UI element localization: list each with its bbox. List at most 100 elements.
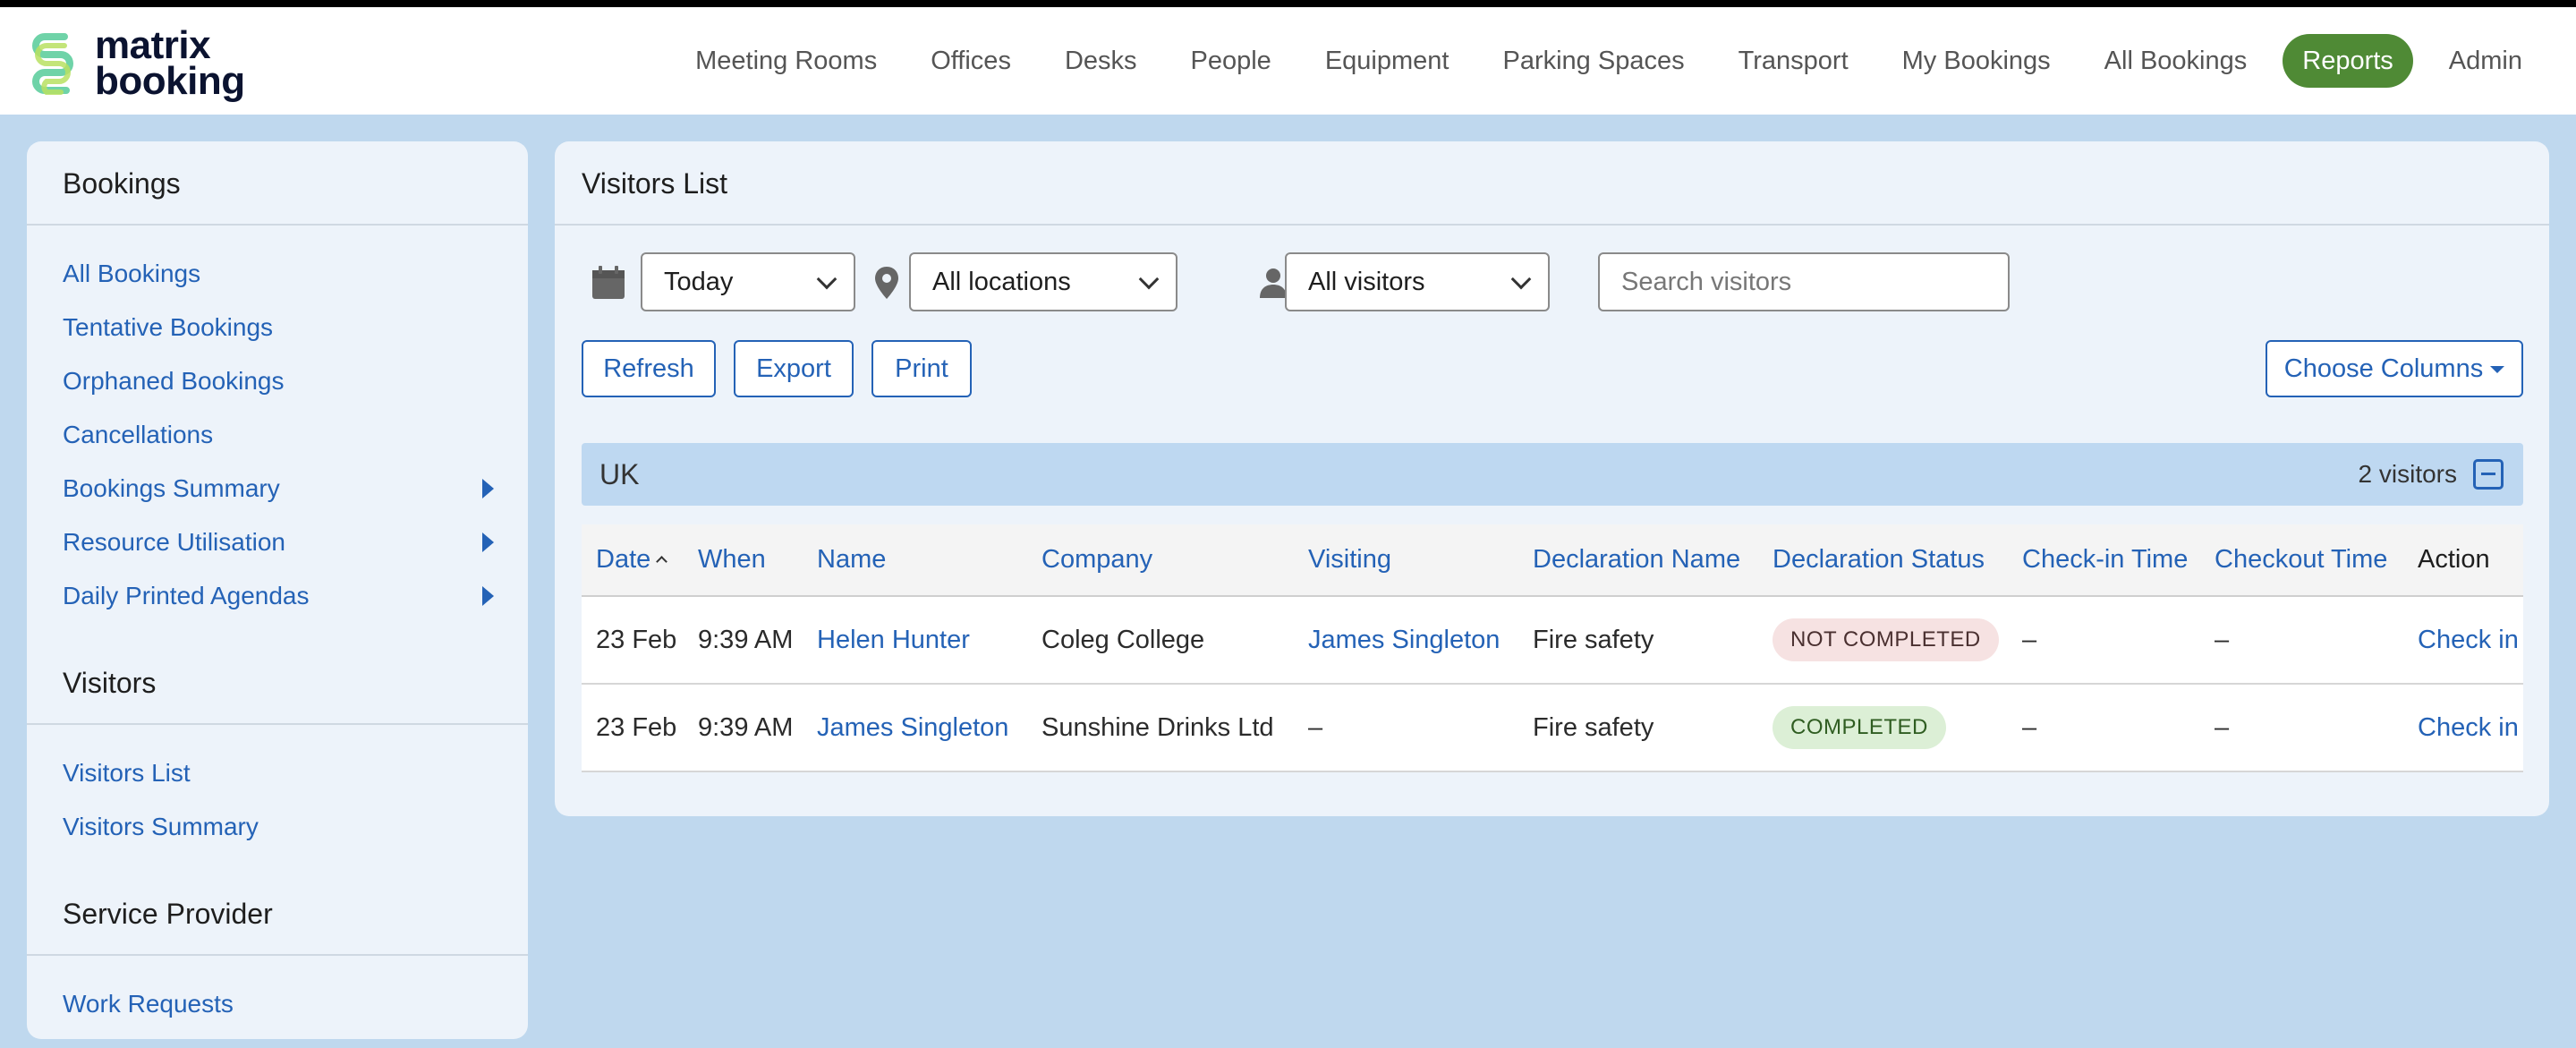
visitors-list-panel: Visitors List Today All locations All vi… — [555, 141, 2549, 816]
nav-all-bookings[interactable]: All Bookings — [2078, 34, 2274, 88]
nav-parking-spaces[interactable]: Parking Spaces — [1475, 34, 1711, 88]
sidebar-item-label: Orphaned Bookings — [63, 367, 285, 395]
sidebar-item-visitors-list[interactable]: Visitors List — [27, 746, 528, 800]
cell-checkin-time: – — [2022, 712, 2037, 742]
column-header-checkin-time[interactable]: Check-in Time — [2008, 524, 2200, 596]
nav-offices[interactable]: Offices — [904, 34, 1038, 88]
sidebar-list-bookings: All Bookings Tentative Bookings Orphaned… — [27, 226, 528, 641]
brand-line1: matrix — [95, 23, 211, 67]
host-name-link[interactable]: James Singleton — [1294, 596, 1518, 684]
visitor-name-link[interactable]: James Singleton — [803, 684, 1027, 771]
cell-date: 23 Feb — [596, 625, 677, 654]
nav-reports[interactable]: Reports — [2283, 34, 2413, 88]
location-group-header: UK 2 visitors — [582, 443, 2523, 506]
filter-bar: Today All locations All visitors — [582, 252, 2532, 311]
reports-sidebar: Bookings All Bookings Tentative Bookings… — [27, 141, 528, 1039]
choose-columns-label: Choose Columns — [2283, 354, 2484, 383]
print-button[interactable]: Print — [871, 340, 972, 397]
check-in-link[interactable]: Check in — [2403, 684, 2523, 771]
visitor-name-link[interactable]: Helen Hunter — [803, 596, 1027, 684]
app-header: matrix booking Meeting Rooms Offices Des… — [0, 7, 2576, 115]
column-header-visiting[interactable]: Visiting — [1294, 524, 1518, 596]
column-header-company[interactable]: Company — [1027, 524, 1294, 596]
nav-meeting-rooms[interactable]: Meeting Rooms — [668, 34, 904, 88]
sidebar-item-all-bookings[interactable]: All Bookings — [27, 247, 528, 301]
sidebar-item-label: Daily Printed Agendas — [63, 582, 310, 609]
nav-desks[interactable]: Desks — [1038, 34, 1164, 88]
sidebar-item-tentative-bookings[interactable]: Tentative Bookings — [27, 301, 528, 354]
location-select[interactable]: All locations — [909, 252, 1177, 311]
refresh-button[interactable]: Refresh — [582, 340, 716, 397]
column-header-checkout-time[interactable]: Checkout Time — [2200, 524, 2403, 596]
sidebar-list-visitors: Visitors List Visitors Summary — [27, 725, 528, 872]
nav-admin[interactable]: Admin — [2422, 34, 2549, 88]
sidebar-item-daily-printed-agendas[interactable]: Daily Printed Agendas — [27, 569, 528, 623]
chevron-down-icon — [816, 268, 837, 290]
nav-people[interactable]: People — [1164, 34, 1298, 88]
cell-visiting: – — [1308, 712, 1323, 742]
date-select[interactable]: Today — [641, 252, 855, 311]
table-row: 23 Feb 9:39 AM James Singleton Sunshine … — [582, 684, 2523, 771]
sidebar-item-label: Resource Utilisation — [63, 528, 285, 556]
column-header-date-label: Date — [596, 545, 651, 574]
column-header-when[interactable]: When — [684, 524, 803, 596]
sidebar-item-label: All Bookings — [63, 260, 201, 287]
nav-equipment[interactable]: Equipment — [1298, 34, 1476, 88]
chevron-down-icon — [1510, 268, 1532, 290]
nav-my-bookings[interactable]: My Bookings — [1875, 34, 2078, 88]
chevron-right-icon — [482, 586, 494, 606]
search-visitors-input[interactable] — [1598, 252, 2010, 311]
status-badge: COMPLETED — [1773, 706, 1946, 749]
chevron-down-icon — [1138, 268, 1160, 290]
nav-transport[interactable]: Transport — [1712, 34, 1875, 88]
cell-checkin-time: – — [2022, 625, 2037, 654]
table-header-row: Date When Name Company Visiting Declarat… — [582, 524, 2523, 596]
sidebar-item-resource-utilisation[interactable]: Resource Utilisation — [27, 515, 528, 569]
sidebar-item-label: Work Requests — [63, 990, 234, 1018]
matrix-booking-logo-icon — [32, 33, 73, 95]
cell-checkout-time: – — [2215, 712, 2230, 742]
column-header-name[interactable]: Name — [803, 524, 1027, 596]
person-icon — [1260, 268, 1287, 298]
sidebar-item-bookings-summary[interactable]: Bookings Summary — [27, 462, 528, 515]
visitor-select-value: All visitors — [1308, 268, 1425, 296]
caret-down-icon — [2490, 366, 2505, 374]
collapse-icon[interactable] — [2473, 459, 2504, 490]
check-in-link[interactable]: Check in — [2403, 596, 2523, 684]
sidebar-item-cancellations[interactable]: Cancellations — [27, 408, 528, 462]
top-border — [0, 0, 2576, 7]
brand-logo[interactable]: matrix booking — [25, 23, 258, 104]
sidebar-item-label: Bookings Summary — [63, 474, 280, 502]
visitors-table: Date When Name Company Visiting Declarat… — [582, 524, 2523, 772]
cell-when: 9:39 AM — [698, 712, 794, 742]
cell-declaration-name: Fire safety — [1533, 625, 1654, 654]
status-badge: NOT COMPLETED — [1773, 618, 1999, 661]
chevron-right-icon — [482, 533, 494, 552]
column-header-declaration-status[interactable]: Declaration Status — [1758, 524, 2008, 596]
export-button[interactable]: Export — [734, 340, 854, 397]
cell-company: Coleg College — [1041, 625, 1205, 654]
choose-columns-button[interactable]: Choose Columns — [2266, 340, 2523, 397]
cell-checkout-time: – — [2215, 625, 2230, 654]
sidebar-item-work-requests[interactable]: Work Requests — [27, 977, 528, 1031]
sidebar-item-visitors-summary[interactable]: Visitors Summary — [27, 800, 528, 854]
location-select-value: All locations — [932, 268, 1071, 296]
sidebar-section-service-provider: Service Provider — [27, 872, 528, 956]
cell-declaration-status: COMPLETED — [1758, 684, 2008, 771]
sidebar-item-orphaned-bookings[interactable]: Orphaned Bookings — [27, 354, 528, 408]
sidebar-item-label: Visitors List — [63, 759, 191, 787]
cell-declaration-name: Fire safety — [1533, 712, 1654, 742]
brand-line2: booking — [95, 59, 245, 103]
cell-date: 23 Feb — [596, 712, 677, 742]
group-visitor-count: 2 visitors — [2358, 460, 2457, 488]
sidebar-item-label: Tentative Bookings — [63, 313, 274, 341]
sidebar-section-visitors: Visitors — [27, 641, 528, 725]
sidebar-item-label: Cancellations — [63, 421, 214, 448]
calendar-icon — [592, 266, 625, 299]
visitor-select[interactable]: All visitors — [1285, 252, 1550, 311]
table-row: 23 Feb 9:39 AM Helen Hunter Coleg Colleg… — [582, 596, 2523, 684]
column-header-date[interactable]: Date — [582, 524, 684, 596]
sidebar-list-service-provider: Work Requests — [27, 956, 528, 1048]
column-header-declaration-name[interactable]: Declaration Name — [1518, 524, 1758, 596]
date-select-value: Today — [664, 268, 734, 296]
